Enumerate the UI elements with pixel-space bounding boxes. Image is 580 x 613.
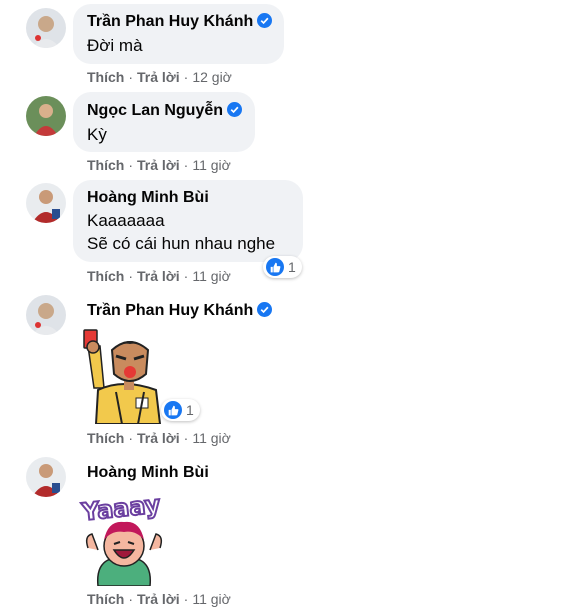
comment-time[interactable]: 11 giờ	[192, 591, 231, 607]
reply-button[interactable]: Trả lời	[137, 591, 180, 607]
comment-text: Sẽ có cái hun nhau nghe	[87, 234, 276, 253]
commenter-name[interactable]: Hoàng Minh Bùi	[87, 464, 209, 482]
comment-time[interactable]: 11 giờ	[192, 430, 231, 446]
comment-text: Kaaaaaaa	[87, 211, 165, 230]
verified-badge-icon	[227, 102, 243, 122]
commenter-name[interactable]: Trần Phan Huy Khánh	[87, 302, 273, 322]
yaaay-sticker[interactable]: Yaaay	[78, 489, 170, 587]
reply-button[interactable]: Trả lời	[137, 157, 180, 173]
comment-text: Kỳ	[87, 125, 107, 144]
reaction-count[interactable]: 1	[263, 256, 302, 278]
like-button[interactable]: Thích	[87, 157, 124, 173]
avatar[interactable]	[26, 295, 66, 335]
reaction-count[interactable]: 1	[161, 399, 200, 421]
commenter-name[interactable]: Ngọc Lan Nguyễn	[87, 102, 243, 122]
reply-button[interactable]: Trả lời	[137, 430, 180, 446]
avatar[interactable]	[26, 96, 66, 136]
like-button[interactable]: Thích	[87, 69, 124, 85]
comment-actions: Thích · Trả lời · 11 giờ	[87, 157, 231, 173]
comment-actions: Thích · Trả lời · 12 giờ	[87, 69, 232, 85]
yaaay-text: Yaaay	[80, 490, 163, 526]
reply-button[interactable]: Trả lời	[137, 268, 180, 284]
verified-badge-icon	[257, 302, 273, 322]
comment-actions: Thích · Trả lời · 11 giờ	[87, 430, 231, 446]
avatar[interactable]	[26, 8, 66, 48]
comment-time[interactable]: 11 giờ	[192, 157, 231, 173]
comment-time[interactable]: 12 giờ	[192, 69, 232, 85]
avatar[interactable]	[26, 457, 66, 497]
like-button[interactable]: Thích	[87, 430, 124, 446]
comment-actions: Thích · Trả lời · 11 giờ	[87, 268, 231, 284]
comment-actions: Thích · Trả lời · 11 giờ	[87, 591, 231, 607]
like-button[interactable]: Thích	[87, 268, 124, 284]
comment-text: Đời mà	[87, 36, 143, 55]
referee-red-card-sticker[interactable]	[78, 328, 174, 425]
comment-time[interactable]: 11 giờ	[192, 268, 231, 284]
thumbs-up-icon	[164, 401, 182, 419]
like-button[interactable]: Thích	[87, 591, 124, 607]
avatar[interactable]	[26, 183, 66, 223]
thumbs-up-icon	[266, 258, 284, 276]
reply-button[interactable]: Trả lời	[137, 69, 180, 85]
commenter-name[interactable]: Hoàng Minh Bùi	[87, 189, 209, 207]
verified-badge-icon	[257, 13, 273, 33]
commenter-name[interactable]: Trần Phan Huy Khánh	[87, 13, 273, 33]
